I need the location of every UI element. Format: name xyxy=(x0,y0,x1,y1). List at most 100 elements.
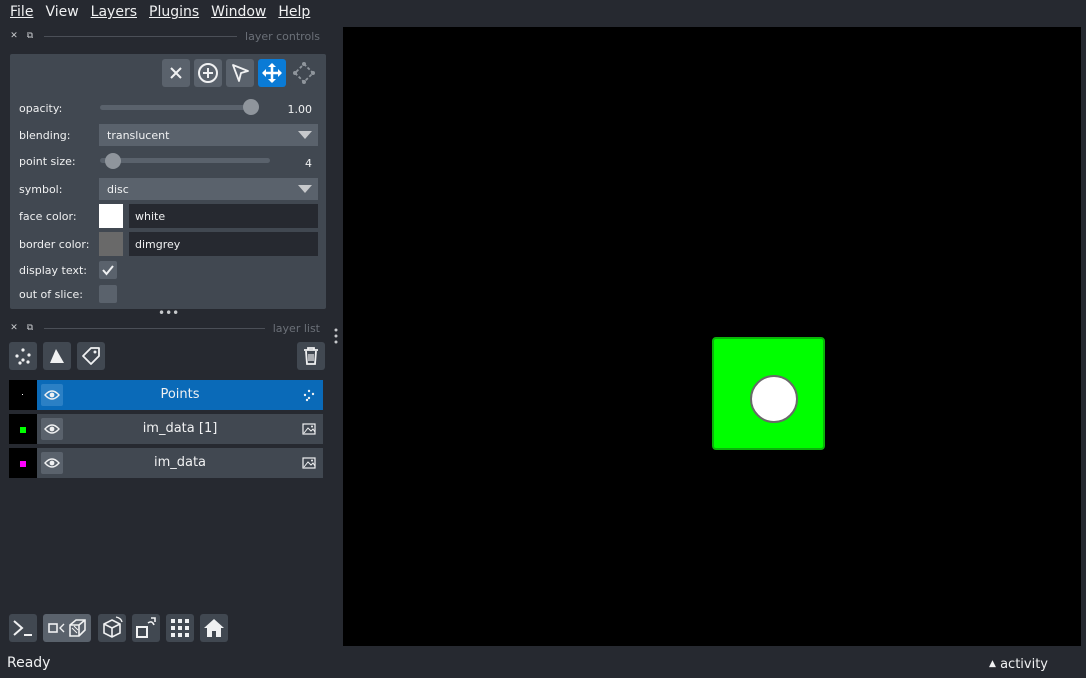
opacity-value: 1.00 xyxy=(287,103,313,116)
layer-controls-panel: opacity: 1.00 blending: translucent poin… xyxy=(10,54,326,309)
layer-list-title: layer list xyxy=(272,321,320,335)
2d-3d-toggle-icon xyxy=(48,619,86,637)
dock-float-icon[interactable]: ⧉ xyxy=(24,30,36,42)
cube-rotate-icon xyxy=(103,616,123,638)
canvas-scene xyxy=(712,337,825,450)
new-shapes-layer-button[interactable] xyxy=(43,342,71,370)
layer-name[interactable]: im_data [1] xyxy=(67,414,293,444)
layer-controls-header: ✕ ⧉ layer controls xyxy=(8,28,320,44)
face-color-input[interactable]: white xyxy=(129,204,318,228)
dock-resize-handle[interactable] xyxy=(333,327,339,345)
terminal-icon xyxy=(13,620,32,636)
opacity-label: opacity: xyxy=(19,101,63,115)
layer-controls-title: layer controls xyxy=(245,29,320,43)
reset-view-button[interactable] xyxy=(200,614,228,642)
add-points-button[interactable] xyxy=(194,59,222,87)
vertical-dots-icon xyxy=(334,328,338,344)
layer-row-points[interactable]: Points xyxy=(9,380,323,410)
move-arrows-icon xyxy=(262,63,282,83)
pointer-arrow-icon xyxy=(232,64,249,82)
dock-header-divider xyxy=(44,327,265,329)
eye-icon xyxy=(44,424,60,434)
delete-layer-button[interactable] xyxy=(297,342,325,370)
display-text-row: display text: xyxy=(19,259,109,281)
blending-row: blending: xyxy=(19,124,109,146)
point-size-label: point size: xyxy=(19,154,76,168)
visibility-toggle[interactable] xyxy=(41,418,63,440)
console-button[interactable] xyxy=(9,614,37,642)
grid-icon xyxy=(171,619,189,637)
new-labels-layer-button[interactable] xyxy=(77,342,105,370)
menu-help[interactable]: Help xyxy=(272,0,316,24)
symbol-row: symbol: xyxy=(19,178,109,200)
layer-name[interactable]: Points xyxy=(67,380,293,410)
point-size-row: point size: xyxy=(19,150,109,172)
viewer-canvas[interactable] xyxy=(343,27,1081,646)
pan-zoom-button[interactable] xyxy=(258,59,286,87)
chevron-down-icon xyxy=(298,131,312,139)
shapes-icon xyxy=(50,349,64,363)
layer-name[interactable]: im_data xyxy=(67,448,293,478)
display-text-checkbox[interactable] xyxy=(99,261,117,279)
blending-value: translucent xyxy=(107,128,170,142)
grid-view-button[interactable] xyxy=(166,614,194,642)
opacity-slider-handle[interactable] xyxy=(243,99,259,115)
transpose-icon xyxy=(136,617,156,638)
add-circle-icon xyxy=(198,63,218,83)
roll-dimensions-button[interactable] xyxy=(98,614,126,642)
tag-icon xyxy=(82,347,100,365)
blending-label: blending: xyxy=(19,128,71,142)
chevron-down-icon xyxy=(298,185,312,193)
symbol-select[interactable]: disc xyxy=(99,178,318,200)
white-point-marker[interactable] xyxy=(750,375,798,423)
layer-row-im-data-1[interactable]: im_data [1] xyxy=(9,414,323,444)
face-color-label: face color: xyxy=(19,209,77,223)
menubar: File View Layers Plugins Window Help xyxy=(0,0,1086,24)
eye-icon xyxy=(44,458,60,468)
opacity-row: opacity: xyxy=(19,97,109,119)
select-points-button[interactable] xyxy=(226,59,254,87)
visibility-toggle[interactable] xyxy=(41,384,63,406)
layer-thumbnail xyxy=(9,448,37,478)
dock-close-icon[interactable]: ✕ xyxy=(8,30,20,42)
out-of-slice-checkbox[interactable] xyxy=(99,285,117,303)
visibility-toggle[interactable] xyxy=(41,452,63,474)
point-size-slider-handle[interactable] xyxy=(105,153,121,169)
menu-window[interactable]: Window xyxy=(205,0,272,24)
face-color-swatch[interactable] xyxy=(99,204,123,228)
border-color-swatch[interactable] xyxy=(99,232,123,256)
menu-view[interactable]: View xyxy=(39,0,84,24)
opacity-slider-track[interactable] xyxy=(100,105,252,110)
point-size-slider-track[interactable] xyxy=(100,158,270,163)
new-points-layer-button[interactable] xyxy=(9,342,37,370)
dock-header-divider xyxy=(44,35,238,37)
caret-up-icon: ▲ xyxy=(989,659,996,669)
status-text: Ready xyxy=(7,655,51,671)
image-type-icon xyxy=(301,455,317,471)
point-size-value: 4 xyxy=(305,157,312,170)
out-of-slice-label: out of slice: xyxy=(19,287,83,301)
menu-plugins[interactable]: Plugins xyxy=(143,0,205,24)
dock-close-icon[interactable]: ✕ xyxy=(8,322,20,334)
checkmark-icon xyxy=(102,265,114,276)
display-text-label: display text: xyxy=(19,263,87,277)
activity-label: activity xyxy=(1000,657,1048,672)
trash-icon xyxy=(304,347,318,365)
transpose-dimensions-button[interactable] xyxy=(132,614,160,642)
menu-layers[interactable]: Layers xyxy=(85,0,143,24)
menu-file[interactable]: File xyxy=(4,0,39,24)
close-icon xyxy=(170,67,182,79)
border-color-input[interactable]: dimgrey xyxy=(129,232,318,256)
transform-button[interactable] xyxy=(290,59,318,87)
activity-button[interactable]: ▲ activity xyxy=(989,657,1048,672)
layer-row-im-data[interactable]: im_data xyxy=(9,448,323,478)
splitter-handle[interactable]: ••• xyxy=(158,307,179,319)
out-of-slice-row: out of slice: xyxy=(19,283,109,305)
blending-select[interactable]: translucent xyxy=(99,124,318,146)
border-color-row: border color: xyxy=(19,233,109,255)
ndisplay-toggle-button[interactable] xyxy=(43,614,91,642)
delete-points-button[interactable] xyxy=(162,59,190,87)
points-icon xyxy=(15,348,31,365)
face-color-row: face color: xyxy=(19,205,109,227)
dock-float-icon[interactable]: ⧉ xyxy=(24,322,36,334)
